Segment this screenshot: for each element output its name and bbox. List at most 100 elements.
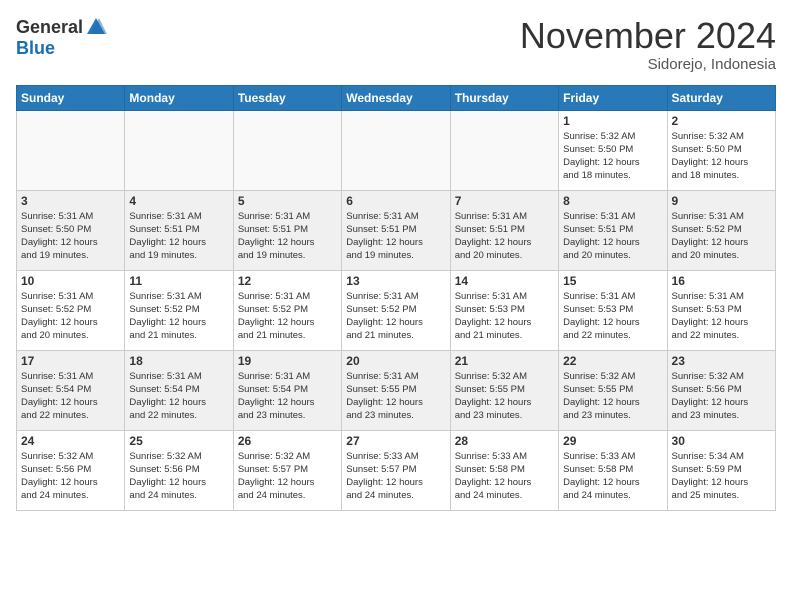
day-cell — [233, 110, 341, 190]
day-info: Sunrise: 5:33 AM Sunset: 5:58 PM Dayligh… — [563, 450, 662, 503]
day-info: Sunrise: 5:31 AM Sunset: 5:50 PM Dayligh… — [21, 210, 120, 263]
day-number: 18 — [129, 354, 228, 368]
week-row-3: 10 Sunrise: 5:31 AM Sunset: 5:52 PM Dayli… — [17, 270, 776, 350]
week-row-4: 17 Sunrise: 5:31 AM Sunset: 5:54 PM Dayli… — [17, 350, 776, 430]
weekday-header-thursday: Thursday — [450, 85, 558, 110]
day-info: Sunrise: 5:31 AM Sunset: 5:52 PM Dayligh… — [238, 290, 337, 343]
day-info: Sunrise: 5:31 AM Sunset: 5:54 PM Dayligh… — [238, 370, 337, 423]
day-number: 19 — [238, 354, 337, 368]
day-number: 1 — [563, 114, 662, 128]
day-info: Sunrise: 5:31 AM Sunset: 5:51 PM Dayligh… — [563, 210, 662, 263]
day-info: Sunrise: 5:32 AM Sunset: 5:50 PM Dayligh… — [563, 130, 662, 183]
day-number: 7 — [455, 194, 554, 208]
day-cell: 1 Sunrise: 5:32 AM Sunset: 5:50 PM Daylig… — [559, 110, 667, 190]
page-header: General Blue November 2024 Sidorejo, Ind… — [16, 16, 776, 73]
day-cell: 4 Sunrise: 5:31 AM Sunset: 5:51 PM Daylig… — [125, 190, 233, 270]
day-cell: 22Sunrise: 5:32 AM Sunset: 5:55 PM Dayli… — [559, 350, 667, 430]
day-number: 4 — [129, 194, 228, 208]
day-cell: 2 Sunrise: 5:32 AM Sunset: 5:50 PM Daylig… — [667, 110, 775, 190]
week-row-1: 1 Sunrise: 5:32 AM Sunset: 5:50 PM Daylig… — [17, 110, 776, 190]
day-info: Sunrise: 5:34 AM Sunset: 5:59 PM Dayligh… — [672, 450, 771, 503]
day-number: 17 — [21, 354, 120, 368]
day-number: 30 — [672, 434, 771, 448]
weekday-header-monday: Monday — [125, 85, 233, 110]
day-cell: 26 Sunrise: 5:32 AM Sunset: 5:57 PM Dayli… — [233, 430, 341, 510]
day-number: 3 — [21, 194, 120, 208]
day-cell: 8 Sunrise: 5:31 AM Sunset: 5:51 PM Daylig… — [559, 190, 667, 270]
day-cell: 7 Sunrise: 5:31 AM Sunset: 5:51 PM Daylig… — [450, 190, 558, 270]
day-cell: 19 Sunrise: 5:31 AM Sunset: 5:54 PM Dayli… — [233, 350, 341, 430]
day-cell: 27Sunrise: 5:33 AM Sunset: 5:57 PM Dayli… — [342, 430, 450, 510]
day-cell: 10 Sunrise: 5:31 AM Sunset: 5:52 PM Dayli… — [17, 270, 125, 350]
day-number: 14 — [455, 274, 554, 288]
day-number: 2 — [672, 114, 771, 128]
day-cell: 17Sunrise: 5:31 AM Sunset: 5:54 PM Dayli… — [17, 350, 125, 430]
day-number: 28 — [455, 434, 554, 448]
day-info: Sunrise: 5:31 AM Sunset: 5:53 PM Dayligh… — [672, 290, 771, 343]
day-cell: 21 Sunrise: 5:32 AM Sunset: 5:55 PM Dayli… — [450, 350, 558, 430]
day-number: 12 — [238, 274, 337, 288]
day-info: Sunrise: 5:32 AM Sunset: 5:56 PM Dayligh… — [129, 450, 228, 503]
day-info: Sunrise: 5:32 AM Sunset: 5:50 PM Dayligh… — [672, 130, 771, 183]
title-block: November 2024 Sidorejo, Indonesia — [520, 16, 776, 73]
day-cell — [450, 110, 558, 190]
day-info: Sunrise: 5:31 AM Sunset: 5:52 PM Dayligh… — [346, 290, 445, 343]
day-cell: 30 Sunrise: 5:34 AM Sunset: 5:59 PM Dayli… — [667, 430, 775, 510]
day-info: Sunrise: 5:33 AM Sunset: 5:58 PM Dayligh… — [455, 450, 554, 503]
day-info: Sunrise: 5:31 AM Sunset: 5:52 PM Dayligh… — [21, 290, 120, 343]
day-info: Sunrise: 5:31 AM Sunset: 5:51 PM Dayligh… — [455, 210, 554, 263]
day-number: 9 — [672, 194, 771, 208]
day-number: 13 — [346, 274, 445, 288]
day-number: 29 — [563, 434, 662, 448]
day-info: Sunrise: 5:32 AM Sunset: 5:56 PM Dayligh… — [21, 450, 120, 503]
day-cell: 20Sunrise: 5:31 AM Sunset: 5:55 PM Dayli… — [342, 350, 450, 430]
logo-general-text: General — [16, 17, 83, 38]
day-number: 26 — [238, 434, 337, 448]
day-info: Sunrise: 5:31 AM Sunset: 5:53 PM Dayligh… — [563, 290, 662, 343]
day-number: 10 — [21, 274, 120, 288]
day-info: Sunrise: 5:31 AM Sunset: 5:55 PM Dayligh… — [346, 370, 445, 423]
day-info: Sunrise: 5:32 AM Sunset: 5:56 PM Dayligh… — [672, 370, 771, 423]
day-cell: 13 Sunrise: 5:31 AM Sunset: 5:52 PM Dayli… — [342, 270, 450, 350]
day-info: Sunrise: 5:31 AM Sunset: 5:51 PM Dayligh… — [129, 210, 228, 263]
month-title: November 2024 — [520, 16, 776, 56]
day-info: Sunrise: 5:31 AM Sunset: 5:52 PM Dayligh… — [129, 290, 228, 343]
location: Sidorejo, Indonesia — [520, 56, 776, 73]
day-info: Sunrise: 5:32 AM Sunset: 5:55 PM Dayligh… — [563, 370, 662, 423]
day-cell: 14 Sunrise: 5:31 AM Sunset: 5:53 PM Dayli… — [450, 270, 558, 350]
day-cell: 6Sunrise: 5:31 AM Sunset: 5:51 PM Daylig… — [342, 190, 450, 270]
day-info: Sunrise: 5:31 AM Sunset: 5:51 PM Dayligh… — [238, 210, 337, 263]
day-number: 5 — [238, 194, 337, 208]
day-number: 21 — [455, 354, 554, 368]
logo-icon — [85, 16, 107, 38]
logo: General Blue — [16, 16, 107, 59]
day-cell — [17, 110, 125, 190]
day-info: Sunrise: 5:32 AM Sunset: 5:57 PM Dayligh… — [238, 450, 337, 503]
day-number: 8 — [563, 194, 662, 208]
day-cell: 5 Sunrise: 5:31 AM Sunset: 5:51 PM Daylig… — [233, 190, 341, 270]
weekday-header-tuesday: Tuesday — [233, 85, 341, 110]
day-number: 23 — [672, 354, 771, 368]
day-cell: 15 Sunrise: 5:31 AM Sunset: 5:53 PM Dayli… — [559, 270, 667, 350]
day-cell: 16Sunrise: 5:31 AM Sunset: 5:53 PM Dayli… — [667, 270, 775, 350]
day-cell: 25 Sunrise: 5:32 AM Sunset: 5:56 PM Dayli… — [125, 430, 233, 510]
day-cell — [342, 110, 450, 190]
day-info: Sunrise: 5:31 AM Sunset: 5:51 PM Dayligh… — [346, 210, 445, 263]
calendar-table: SundayMondayTuesdayWednesdayThursdayFrid… — [16, 85, 776, 511]
day-number: 27 — [346, 434, 445, 448]
day-info: Sunrise: 5:32 AM Sunset: 5:55 PM Dayligh… — [455, 370, 554, 423]
day-info: Sunrise: 5:31 AM Sunset: 5:54 PM Dayligh… — [129, 370, 228, 423]
day-info: Sunrise: 5:31 AM Sunset: 5:52 PM Dayligh… — [672, 210, 771, 263]
day-cell — [125, 110, 233, 190]
weekday-header-saturday: Saturday — [667, 85, 775, 110]
day-cell: 11 Sunrise: 5:31 AM Sunset: 5:52 PM Dayli… — [125, 270, 233, 350]
day-cell: 24 Sunrise: 5:32 AM Sunset: 5:56 PM Dayli… — [17, 430, 125, 510]
week-row-2: 3 Sunrise: 5:31 AM Sunset: 5:50 PM Daylig… — [17, 190, 776, 270]
day-info: Sunrise: 5:31 AM Sunset: 5:53 PM Dayligh… — [455, 290, 554, 343]
weekday-header-friday: Friday — [559, 85, 667, 110]
day-number: 15 — [563, 274, 662, 288]
day-number: 11 — [129, 274, 228, 288]
day-number: 25 — [129, 434, 228, 448]
day-cell: 29 Sunrise: 5:33 AM Sunset: 5:58 PM Dayli… — [559, 430, 667, 510]
day-number: 24 — [21, 434, 120, 448]
